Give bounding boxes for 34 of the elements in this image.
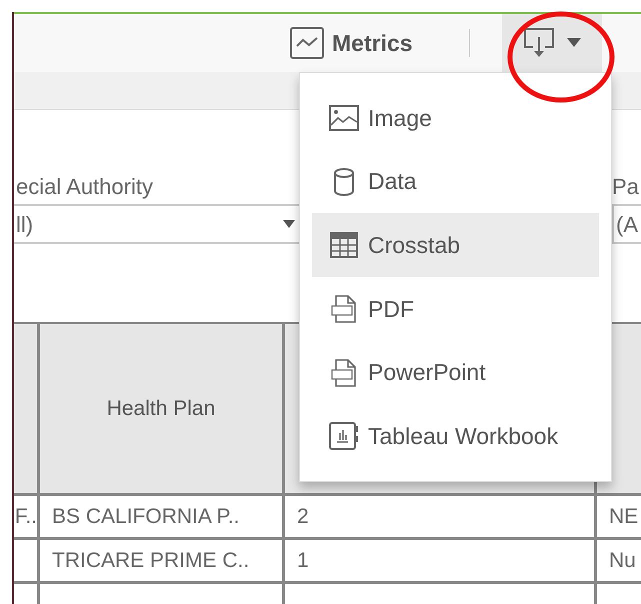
download-icon xyxy=(522,27,555,59)
workbook-icon xyxy=(329,422,359,450)
menu-item[interactable]: PowerPoint xyxy=(312,340,599,404)
menu-item[interactable]: Tableau Workbook xyxy=(312,404,599,468)
column-header: Health Plan xyxy=(40,324,285,493)
image-icon xyxy=(329,104,359,131)
menu-item[interactable]: Data xyxy=(312,150,599,214)
menu-item-label: PDF xyxy=(368,294,414,324)
cylinder-icon xyxy=(333,168,355,196)
filter-label: ecial Authority xyxy=(16,173,153,201)
menu-item-label: Tableau Workbook xyxy=(368,422,558,451)
table-cell: Nu xyxy=(597,540,641,581)
menu-item[interactable]: Crosstab xyxy=(312,213,599,278)
table-cell: TRICARE PRIME C.. xyxy=(40,540,285,581)
table-cell: 1 xyxy=(285,540,597,581)
filter-dropdown[interactable]: ll) xyxy=(14,204,300,244)
table-icon xyxy=(330,232,358,258)
table-cell: NE xyxy=(597,496,641,537)
table-cell: BS CALIFORNIA P.. xyxy=(40,496,285,537)
menu-item-label: Image xyxy=(368,104,432,133)
table-cell: F.. xyxy=(14,496,40,537)
menu-item[interactable]: PDF xyxy=(312,277,599,341)
caret-icon xyxy=(283,220,295,228)
document-icon xyxy=(331,294,357,323)
menu-item[interactable]: Image xyxy=(312,86,599,150)
metrics-button[interactable]: Metrics xyxy=(286,14,417,72)
menu-item-label: PowerPoint xyxy=(368,358,486,388)
filter-label: Pa xyxy=(612,173,639,201)
menu-item-label: Crosstab xyxy=(368,230,460,260)
caret-icon xyxy=(566,38,581,48)
menu-item-label: Data xyxy=(368,167,417,196)
document-icon xyxy=(331,358,357,387)
line-chart-icon xyxy=(290,27,324,59)
table-cell: 2 xyxy=(285,496,597,537)
